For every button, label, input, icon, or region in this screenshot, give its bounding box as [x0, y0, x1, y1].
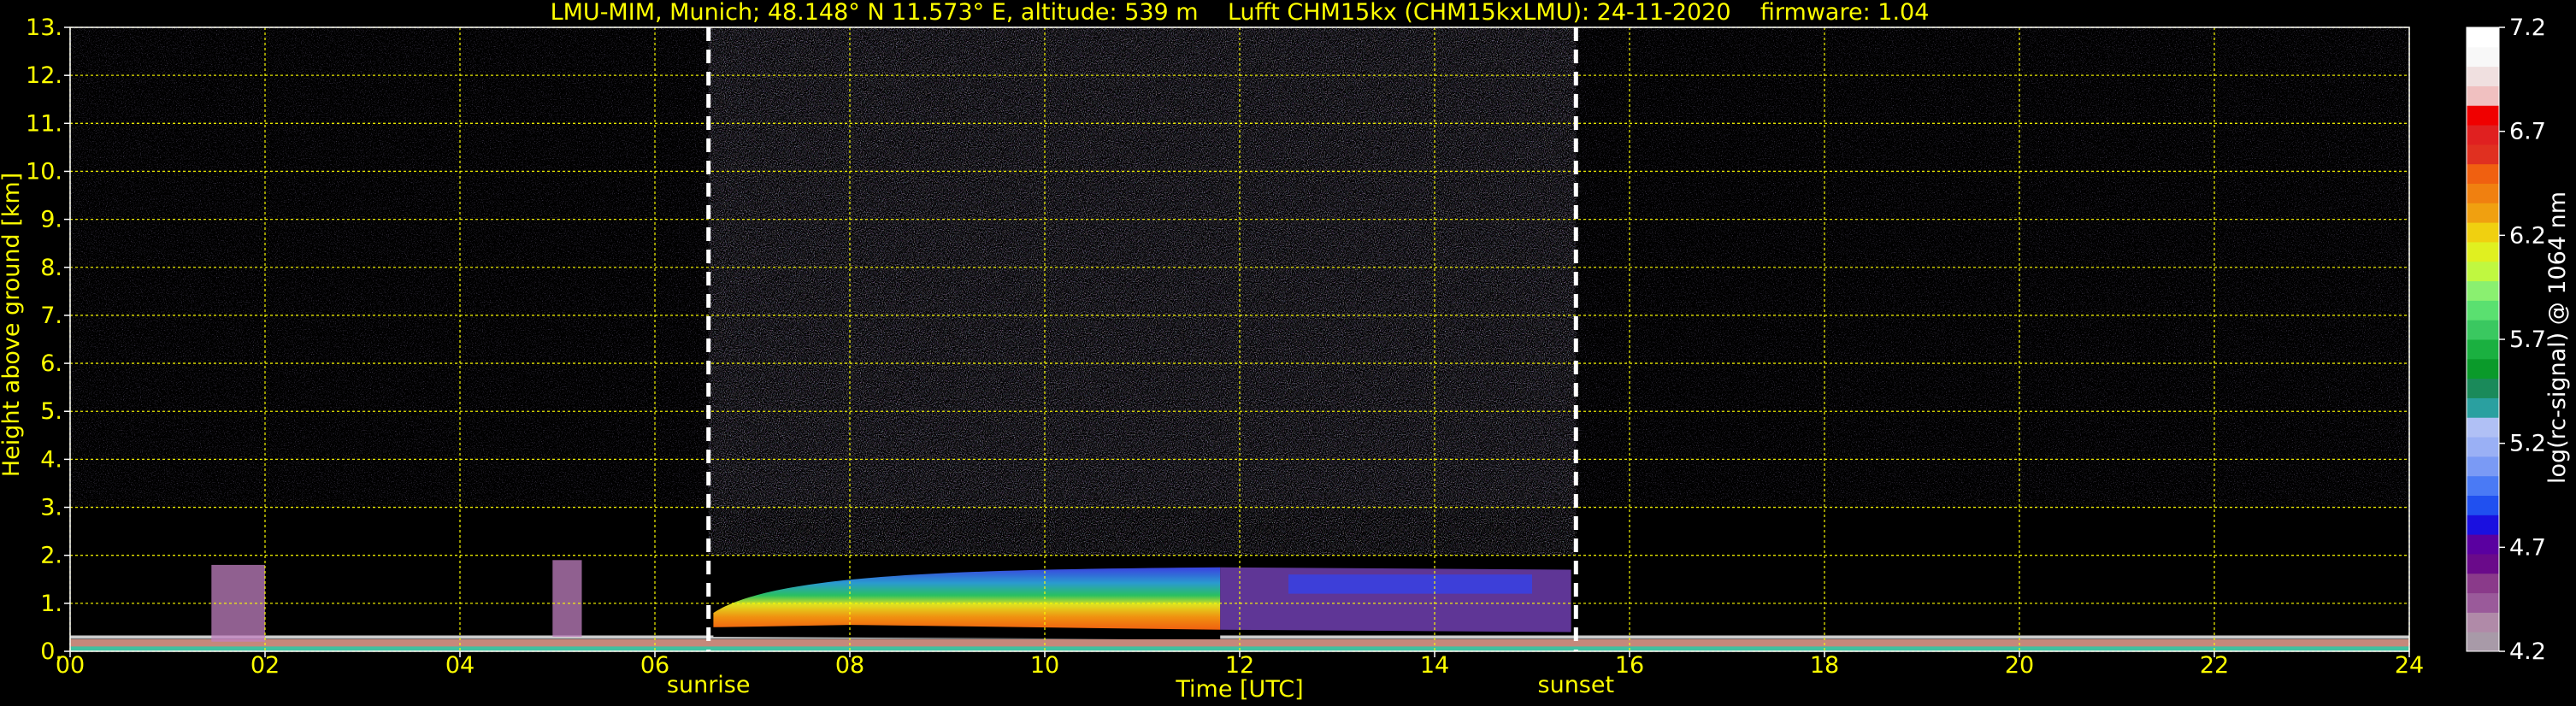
x-tick-label: 06: [640, 652, 669, 679]
colorbar-swatch: [2467, 183, 2499, 203]
ceilometer-chart: sunrise sunset 00 02 04 06 08 10 12 14 16 18 20 22 24…: [0, 0, 2576, 706]
colorbar-swatch: [2467, 612, 2499, 632]
x-tick-label: 12: [1225, 652, 1254, 679]
colorbar-swatch: [2467, 397, 2499, 418]
y-tick-label: 2.: [40, 543, 62, 569]
y-axis-label: Height above ground [km]: [0, 173, 25, 477]
colorbar-swatch: [2467, 163, 2499, 184]
colorbar-swatch: [2467, 105, 2499, 126]
y-tick-label: 11.: [26, 110, 62, 137]
colorbar-swatch: [2467, 241, 2499, 262]
colorbar-swatch: [2467, 66, 2499, 86]
y-tick-label: 9.: [40, 207, 62, 233]
colorbar-swatch: [2467, 320, 2499, 340]
colorbar-swatch: [2467, 437, 2499, 457]
colorbar-swatch: [2467, 495, 2499, 515]
x-tick-label: 16: [1615, 652, 1644, 679]
colorbar-tick-label: 4.2: [2509, 638, 2546, 665]
colorbar-tick-label: 5.2: [2509, 431, 2546, 457]
x-tick-label: 02: [251, 652, 280, 679]
colorbar-swatch: [2467, 203, 2499, 223]
x-tick-label: 22: [2200, 652, 2229, 679]
daytime-noise-field: [708, 27, 1577, 556]
colorbar-swatch: [2467, 573, 2499, 594]
y-tick-label: 6.: [40, 350, 62, 377]
y-tick-label: 12.: [26, 62, 62, 89]
colorbar-swatch: [2467, 144, 2499, 165]
x-tick-label: 24: [2395, 652, 2424, 679]
colorbar-swatch: [2467, 358, 2499, 379]
y-tick-label: 13.: [26, 15, 62, 41]
y-tick-label: 5.: [40, 398, 62, 425]
colorbar-swatch: [2467, 553, 2499, 574]
colorbar-tick-label: 6.2: [2509, 222, 2546, 249]
colorbar-swatch: [2467, 46, 2499, 68]
colorbar-swatch: [2467, 280, 2499, 301]
x-tick-label: 04: [445, 652, 475, 679]
colorbar-swatch: [2467, 339, 2499, 360]
y-tick-label: 7.: [40, 303, 62, 329]
y-tick-label: 10.: [26, 158, 62, 185]
colorbar-label: log(rc-signal) @ 1064 nm: [2544, 191, 2571, 484]
colorbar-tick-label: 7.2: [2509, 15, 2546, 41]
y-tick-label: 3.: [40, 495, 62, 521]
colorbar-tick-label: 6.7: [2509, 119, 2546, 145]
colorbar-swatch: [2467, 261, 2499, 282]
chart-title: LMU-MIM, Munich; 48.148° N 11.573° E, al…: [551, 0, 1930, 26]
colorbar-swatch: [2467, 592, 2499, 613]
colorbar-swatch: [2467, 27, 2499, 48]
colorbar-swatch: [2467, 222, 2499, 243]
colorbar-swatch: [2467, 85, 2499, 106]
residual-layer-top: [1288, 574, 1532, 594]
colorbar-swatch: [2467, 632, 2499, 652]
y-tick-label: 8.: [40, 255, 62, 281]
event-label: sunrise: [667, 672, 751, 698]
y-tick-label: 4.: [40, 446, 62, 473]
y-tick-label: 1.: [40, 591, 62, 617]
colorbar-swatch: [2467, 475, 2499, 496]
x-tick-label: 18: [1810, 652, 1839, 679]
x-tick-label: 10: [1030, 652, 1059, 679]
colorbar-swatch: [2467, 456, 2499, 477]
colorbar-swatch: [2467, 378, 2499, 398]
cloud-patch: [552, 560, 582, 638]
colorbar-swatch: [2467, 515, 2499, 535]
x-tick-label: 08: [835, 652, 864, 679]
chart-svg: sunrise sunset 00 02 04 06 08 10 12 14 16 18 20 22 24…: [0, 0, 2571, 703]
colorbar-tick-label: 5.7: [2509, 327, 2546, 353]
colorbar-swatch: [2467, 534, 2499, 555]
event-label: sunset: [1538, 672, 1615, 698]
x-tick-label: 14: [1420, 652, 1449, 679]
colorbar-swatch: [2467, 417, 2499, 438]
colorbar-swatch: [2467, 300, 2499, 321]
colorbar-tick-label: 4.7: [2509, 534, 2546, 561]
x-axis-label: Time [UTC]: [1175, 676, 1303, 703]
colorbar: 4.2 4.7 5.2 5.7 6.2 6.7 7.2: [2466, 15, 2546, 665]
x-tick-label: 20: [2005, 652, 2034, 679]
colorbar-swatch: [2467, 125, 2499, 145]
y-tick-label: 0.: [40, 638, 62, 665]
